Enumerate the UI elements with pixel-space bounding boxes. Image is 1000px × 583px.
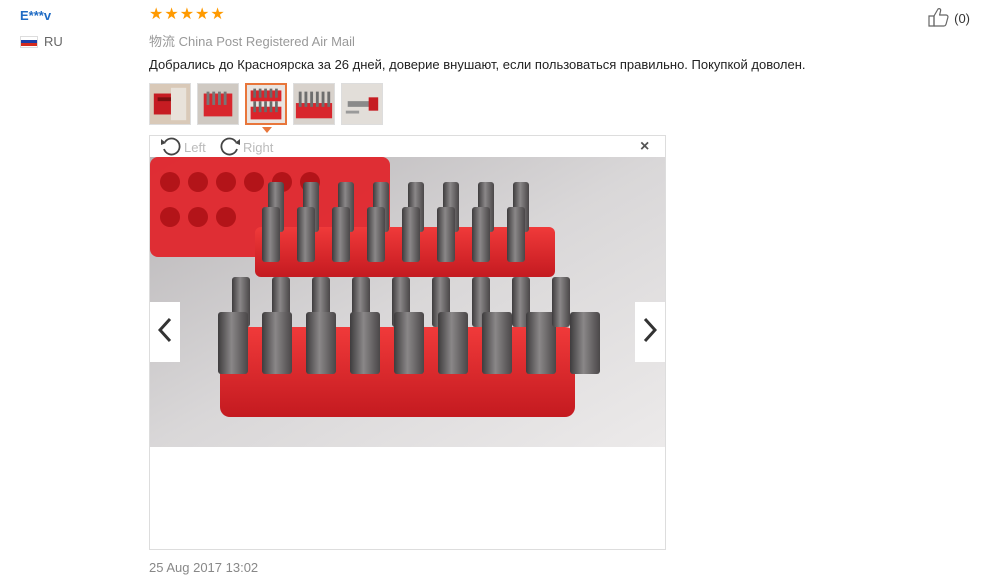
previous-photo-button[interactable] bbox=[150, 302, 180, 362]
screwdriver-bit bbox=[306, 312, 336, 374]
star-icon: ★ bbox=[195, 6, 210, 23]
thumbnail-5[interactable] bbox=[341, 83, 383, 125]
screwdriver-bit bbox=[438, 312, 468, 374]
screwdriver-bit bbox=[297, 207, 315, 262]
screwdriver-bit bbox=[472, 207, 490, 262]
chevron-right-icon bbox=[643, 317, 658, 348]
chevron-left-icon bbox=[157, 317, 172, 348]
screwdriver-bit bbox=[394, 312, 424, 374]
screwdriver-bit bbox=[350, 312, 380, 374]
thumbnail-4[interactable] bbox=[293, 83, 335, 125]
star-rating: ★ ★ ★ ★ ★ bbox=[149, 6, 225, 24]
rotate-left-icon bbox=[160, 136, 182, 159]
star-icon: ★ bbox=[164, 6, 179, 23]
rotate-left-button[interactable]: Left bbox=[160, 136, 206, 159]
star-icon: ★ bbox=[210, 6, 225, 23]
reviewer-country: RU bbox=[20, 34, 63, 49]
screwdriver-bit bbox=[262, 207, 280, 262]
screwdriver-bit bbox=[570, 312, 600, 374]
helpful-count: (0) bbox=[954, 11, 970, 26]
country-code: RU bbox=[44, 34, 63, 49]
review-photo bbox=[150, 157, 665, 447]
screwdriver-bit bbox=[218, 312, 248, 374]
screwdriver-bit bbox=[507, 207, 525, 262]
thumbnail-3-active[interactable] bbox=[245, 83, 287, 125]
screwdriver-bit bbox=[526, 312, 556, 374]
close-icon[interactable]: × bbox=[640, 139, 649, 155]
screwdriver-bit bbox=[332, 207, 350, 262]
screwdriver-bit bbox=[262, 312, 292, 374]
shipping-method: China Post Registered Air Mail bbox=[178, 34, 355, 49]
thumbs-up-icon bbox=[927, 7, 951, 30]
star-icon: ★ bbox=[179, 6, 195, 23]
star-icon: ★ bbox=[149, 6, 164, 23]
rotate-right-button[interactable]: Right bbox=[219, 136, 273, 159]
rotate-right-icon bbox=[219, 136, 241, 159]
rotate-right-label: Right bbox=[243, 140, 274, 155]
screwdriver-bit bbox=[482, 312, 512, 374]
helpful-button[interactable]: (0) bbox=[927, 7, 970, 30]
next-photo-button[interactable] bbox=[635, 302, 665, 362]
thumbnail-1[interactable] bbox=[149, 83, 191, 125]
rotate-left-label: Left bbox=[184, 140, 206, 155]
screwdriver-bit bbox=[437, 207, 455, 262]
active-thumbnail-pointer bbox=[262, 127, 272, 133]
screwdriver-bit bbox=[552, 277, 570, 327]
reviewer-name: E***v bbox=[20, 8, 52, 23]
shipping-info: 物流 China Post Registered Air Mail bbox=[149, 31, 355, 50]
screwdriver-bit bbox=[402, 207, 420, 262]
review-text: Добрались до Красноярска за 26 дней, дов… bbox=[149, 57, 806, 72]
shipping-label: 物流 bbox=[149, 34, 176, 49]
photo-thumbnails bbox=[149, 83, 383, 125]
screwdriver-bit bbox=[367, 207, 385, 262]
review-date: 25 Aug 2017 13:02 bbox=[149, 560, 259, 575]
russia-flag-icon bbox=[20, 35, 38, 48]
thumbnail-2[interactable] bbox=[197, 83, 239, 125]
